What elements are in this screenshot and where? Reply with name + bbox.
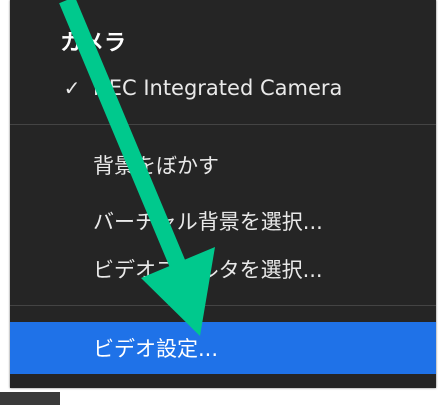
menu-item-label: ビデオ設定... — [93, 337, 219, 361]
menu-item-video-filter[interactable]: ビデオフィルタを選択... — [10, 247, 436, 291]
menu-item-nec-camera[interactable]: ✓ NEC Integrated Camera — [10, 66, 436, 110]
menu-heading: カメラ — [60, 31, 127, 56]
menu-item-blur-background[interactable]: 背景をぼかす — [10, 143, 436, 187]
checkmark-icon: ✓ — [63, 76, 81, 100]
camera-context-menu: カメラ ✓ NEC Integrated Camera 背景をぼかす バーチャル… — [10, 0, 436, 388]
menu-separator — [10, 305, 436, 306]
menu-separator — [10, 124, 436, 125]
screenshot-frame: カメラ ✓ NEC Integrated Camera 背景をぼかす バーチャル… — [0, 0, 442, 405]
menu-item-label: 背景をぼかす — [93, 154, 219, 178]
taskbar-fragment — [0, 392, 60, 405]
menu-item-video-settings[interactable]: ビデオ設定... — [10, 322, 436, 374]
menu-item-label: NEC Integrated Camera — [93, 76, 343, 100]
menu-item-label: ビデオフィルタを選択... — [93, 258, 323, 282]
menu-item-virtual-background[interactable]: バーチャル背景を選択... — [10, 199, 436, 243]
menu-item-label: バーチャル背景を選択... — [93, 210, 323, 234]
